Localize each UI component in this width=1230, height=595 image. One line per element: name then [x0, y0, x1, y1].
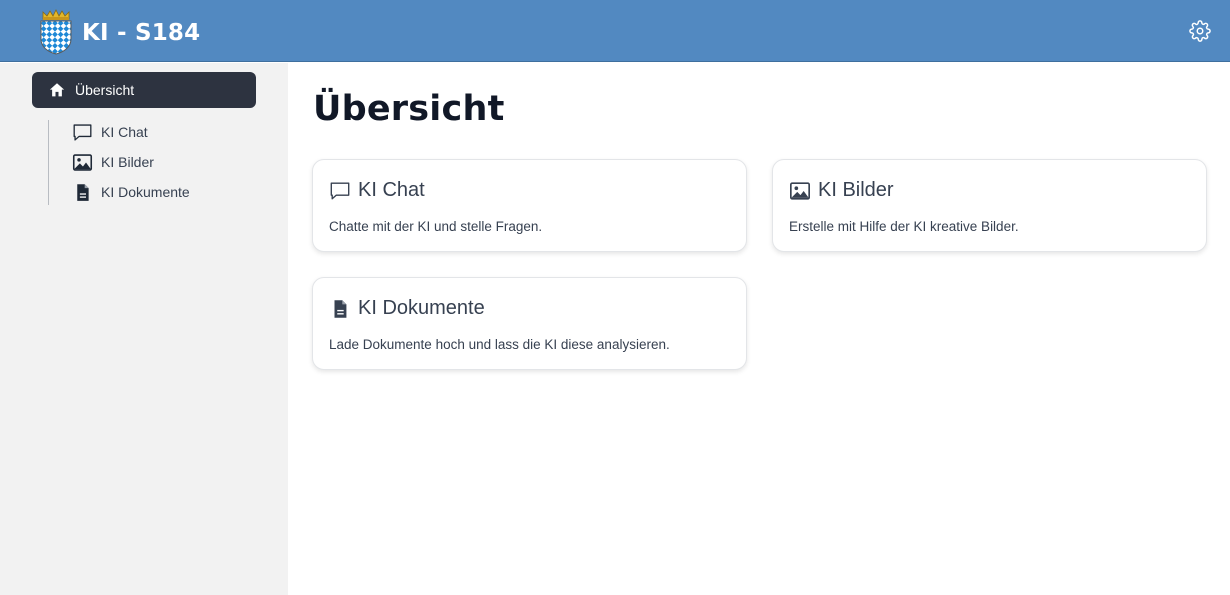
card-ki-dokumente[interactable]: KI Dokumente Lade Dokumente hoch und las… [312, 277, 747, 370]
card-header: KI Bilder [789, 179, 894, 202]
main-content: Übersicht KI Chat Chatte mit der KI und … [288, 63, 1230, 595]
document-icon [77, 183, 89, 201]
chat-bubble-icon [73, 123, 92, 141]
card-title: KI Dokumente [358, 297, 485, 319]
sidebar-item-label: KI Chat [101, 124, 148, 140]
image-icon [72, 153, 93, 171]
sidebar-item-ki-chat[interactable]: KI Chat [72, 120, 148, 144]
sidebar-item-label: KI Dokumente [101, 184, 190, 200]
card-header: KI Dokumente [329, 297, 485, 320]
card-description: Lade Dokumente hoch und lass die KI dies… [329, 337, 670, 352]
sidebar-subnav: KI Chat KI Bilder KI Dokumente [48, 120, 248, 205]
image-icon [790, 181, 810, 200]
card-description: Erstelle mit Hilfe der KI kreative Bilde… [789, 219, 1019, 234]
brand[interactable]: KI - S184 [38, 9, 201, 55]
sidebar-item-label: Übersicht [75, 82, 135, 98]
settings-button[interactable] [1189, 20, 1211, 42]
sidebar-item-ki-dokumente[interactable]: KI Dokumente [72, 180, 190, 204]
sidebar-item-ki-bilder[interactable]: KI Bilder [72, 150, 154, 174]
card-description: Chatte mit der KI und stelle Fragen. [329, 219, 543, 234]
document-icon [334, 299, 347, 318]
sidebar-item-uebersicht[interactable]: Übersicht [32, 72, 256, 108]
app-title: KI - S184 [82, 19, 201, 46]
bavarian-crest-icon [40, 9, 72, 55]
card-title: KI Bilder [818, 179, 894, 201]
page-title: Übersicht [313, 89, 505, 129]
top-bar: KI - S184 [0, 0, 1230, 62]
card-ki-bilder[interactable]: KI Bilder Erstelle mit Hilfe der KI krea… [772, 159, 1207, 252]
home-icon [49, 83, 65, 97]
sidebar: Übersicht KI Chat KI Bilder KI Dokumente [0, 63, 288, 595]
gear-icon [1189, 20, 1211, 42]
chat-bubble-icon [330, 182, 350, 199]
card-ki-chat[interactable]: KI Chat Chatte mit der KI und stelle Fra… [312, 159, 747, 252]
card-header: KI Chat [329, 179, 425, 202]
sidebar-item-label: KI Bilder [101, 154, 154, 170]
card-title: KI Chat [358, 179, 425, 201]
